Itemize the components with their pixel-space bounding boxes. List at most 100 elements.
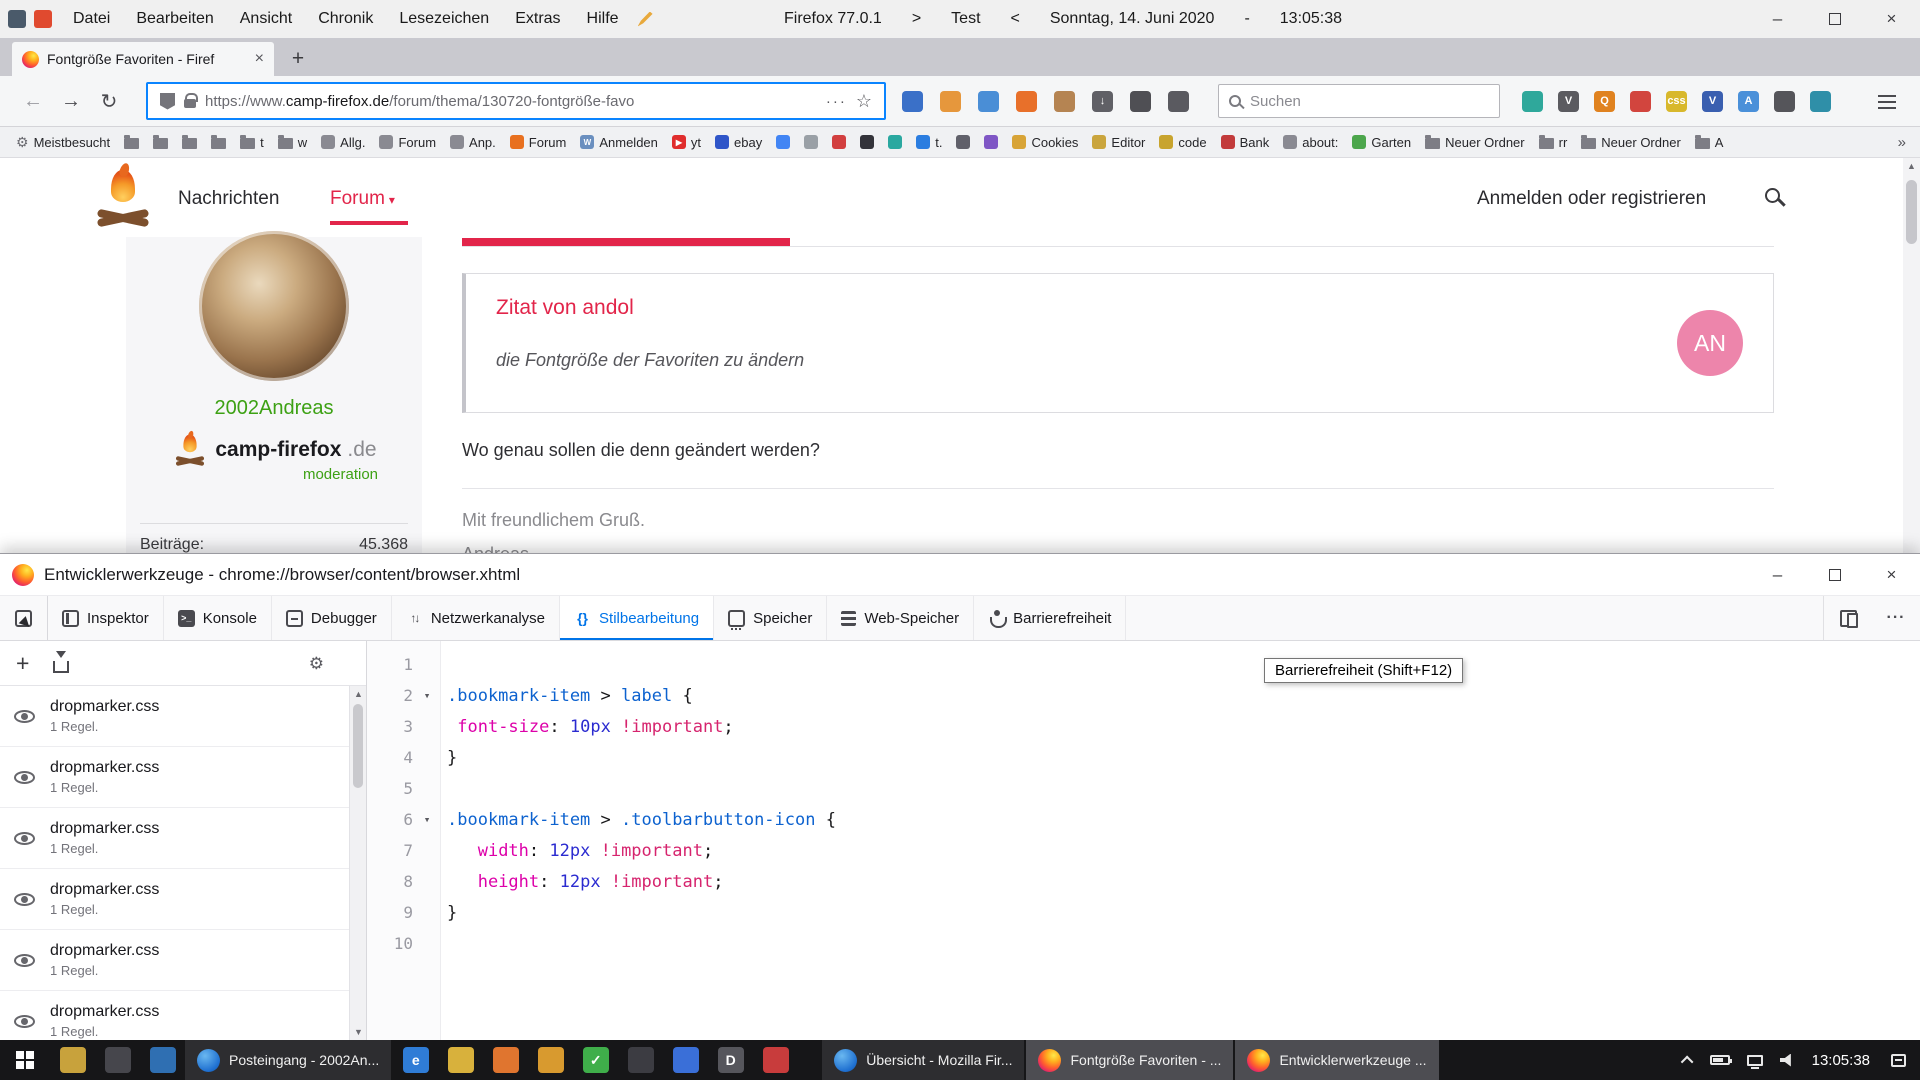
taskbar-window-button-mail[interactable]: Posteingang - 2002An... xyxy=(185,1040,391,1080)
menubar-calendar-icon[interactable] xyxy=(34,10,52,28)
nav-link-nachrichten[interactable]: Nachrichten xyxy=(178,158,279,240)
code-text[interactable]: } xyxy=(441,748,457,768)
devtools-tab-pick[interactable] xyxy=(0,596,48,640)
reload-button[interactable]: ↻ xyxy=(90,82,128,120)
bookmark-item[interactable]: Cookies xyxy=(1006,133,1084,152)
taskbar-d-icon[interactable]: D xyxy=(708,1040,753,1080)
ext-orange-icon[interactable]: Q xyxy=(1594,91,1615,112)
addon-circle-icon[interactable] xyxy=(1016,91,1037,112)
code-text[interactable]: width: 12px !important; xyxy=(441,841,713,861)
menu-item-datei[interactable]: Datei xyxy=(60,0,123,38)
bookmark-item[interactable] xyxy=(770,133,796,151)
bookmark-item[interactable] xyxy=(798,133,824,151)
stylesheet-item[interactable]: dropmarker.css1 Regel. xyxy=(0,869,349,930)
bookmark-item[interactable]: Anp. xyxy=(444,133,502,152)
action-center-icon[interactable] xyxy=(1891,1054,1906,1067)
visibility-eye-icon[interactable] xyxy=(14,832,35,845)
menu-item-chronik[interactable]: Chronik xyxy=(305,0,386,38)
visibility-eye-icon[interactable] xyxy=(14,893,35,906)
menu-item-hilfe[interactable]: Hilfe xyxy=(574,0,632,38)
url-bar[interactable]: https://www.camp-firefox.de/forum/thema/… xyxy=(146,82,886,120)
sidebars-icon[interactable] xyxy=(902,91,923,112)
login-register-link[interactable]: Anmelden oder registrieren xyxy=(1477,158,1706,240)
import-stylesheet-icon[interactable] xyxy=(53,661,69,673)
code-text[interactable]: font-size: 10px !important; xyxy=(441,717,734,737)
minimize-button[interactable]: – xyxy=(1749,0,1806,38)
bookmark-item[interactable]: Bank xyxy=(1215,133,1276,152)
devtools-tab-inspector[interactable]: Inspektor xyxy=(48,596,164,640)
search-bar[interactable] xyxy=(1218,84,1500,118)
stylesheet-item[interactable]: dropmarker.css1 Regel. xyxy=(0,930,349,991)
forward-button[interactable]: → xyxy=(52,82,90,120)
bookmark-item[interactable]: ▶yt xyxy=(666,133,707,152)
stylesheet-item[interactable]: dropmarker.css1 Regel. xyxy=(0,747,349,808)
url-text[interactable]: https://www.camp-firefox.de/forum/thema/… xyxy=(205,93,817,110)
bookmark-item[interactable]: Neuer Ordner xyxy=(1575,133,1686,152)
bookmark-item[interactable]: about: xyxy=(1277,133,1344,152)
pencil-icon[interactable] xyxy=(638,12,653,27)
tracking-shield-icon[interactable] xyxy=(160,93,175,110)
bookmark-item[interactable]: Forum xyxy=(373,133,442,152)
stylesheet-item[interactable]: dropmarker.css1 Regel. xyxy=(0,686,349,747)
bookmark-item[interactable] xyxy=(978,133,1004,151)
visibility-eye-icon[interactable] xyxy=(14,954,35,967)
search-input[interactable] xyxy=(1250,93,1489,110)
downloads-icon[interactable]: ↓ xyxy=(1092,91,1113,112)
sidebar-scrollbar[interactable]: ▲ ▼ xyxy=(349,686,366,1040)
bookmark-star-icon[interactable]: ☆ xyxy=(856,91,872,112)
network-icon[interactable] xyxy=(1747,1055,1763,1066)
devtools-tab-storage[interactable]: Web-Speicher xyxy=(827,596,974,640)
close-button[interactable]: × xyxy=(1863,0,1920,38)
bookmark-item[interactable]: w xyxy=(272,133,313,152)
bookmark-item[interactable] xyxy=(147,134,174,151)
taskbar-media-icon[interactable] xyxy=(483,1040,528,1080)
visibility-eye-icon[interactable] xyxy=(14,1015,35,1028)
ext-red-icon[interactable] xyxy=(1630,91,1651,112)
bookmark-item[interactable]: Allg. xyxy=(315,133,371,152)
taskbar-app3-icon[interactable] xyxy=(140,1040,185,1080)
devtools-close-button[interactable]: × xyxy=(1863,554,1920,596)
ext-v-blue-icon[interactable]: V xyxy=(1702,91,1723,112)
start-button[interactable] xyxy=(0,1040,50,1080)
sidebar-scroll-up-arrow[interactable]: ▲ xyxy=(350,686,367,702)
devtools-titlebar[interactable]: Entwicklerwerkzeuge - chrome://browser/c… xyxy=(0,554,1920,596)
restore-button[interactable] xyxy=(1806,0,1863,38)
username-link[interactable]: 2002Andreas xyxy=(126,397,422,420)
devtools-more-options-button[interactable]: ··· xyxy=(1872,596,1920,640)
fold-marker[interactable]: ▾ xyxy=(413,813,441,826)
css-code-editor[interactable]: 12▾.bookmark-item > label {3 font-size: … xyxy=(367,641,1920,1040)
responsive-design-button[interactable] xyxy=(1824,596,1872,640)
code-text[interactable]: height: 12px !important; xyxy=(441,872,723,892)
taskbar-app4-icon[interactable] xyxy=(618,1040,663,1080)
devtools-tab-style[interactable]: {}Stilbearbeitung xyxy=(560,596,714,640)
taskbar-app1-icon[interactable] xyxy=(50,1040,95,1080)
bookmark-item[interactable]: t xyxy=(234,133,270,152)
ext-v-gray-icon[interactable]: V xyxy=(1558,91,1579,112)
menubar-app-icon[interactable] xyxy=(8,10,26,28)
ext-translate-icon[interactable]: A xyxy=(1738,91,1759,112)
devtools-maximize-button[interactable] xyxy=(1806,554,1863,596)
taskbar-window-button-0[interactable]: Übersicht - Mozilla Fir... xyxy=(822,1040,1024,1080)
browser-tab-active[interactable]: Fontgröße Favoriten - Firef × xyxy=(12,42,274,76)
bookmark-item[interactable] xyxy=(854,133,880,151)
stylesheet-item[interactable]: dropmarker.css1 Regel. xyxy=(0,991,349,1040)
code-text[interactable]: } xyxy=(441,903,457,923)
ext-green-icon[interactable] xyxy=(1522,91,1543,112)
taskbar-store-icon[interactable] xyxy=(528,1040,573,1080)
bookmark-item[interactable]: code xyxy=(1153,133,1212,152)
taskbar-app2-icon[interactable] xyxy=(95,1040,140,1080)
bookmark-item[interactable]: Garten xyxy=(1346,133,1417,152)
tab-close-icon[interactable]: × xyxy=(255,50,264,68)
page-actions-icon[interactable]: ··· xyxy=(826,93,847,110)
campfire-logo[interactable] xyxy=(96,170,150,226)
tray-clock[interactable]: 13:05:38 xyxy=(1812,1052,1870,1069)
menu-item-ansicht[interactable]: Ansicht xyxy=(227,0,305,38)
page-scrollbar[interactable]: ▲ xyxy=(1903,158,1920,553)
menu-item-extras[interactable]: Extras xyxy=(502,0,573,38)
visibility-eye-icon[interactable] xyxy=(14,771,35,784)
bookmark-item[interactable] xyxy=(176,134,203,151)
bookmark-item[interactable]: Editor xyxy=(1086,133,1151,152)
mask-icon[interactable] xyxy=(1130,91,1151,112)
taskbar-explorer-icon[interactable] xyxy=(438,1040,483,1080)
profile-next-button[interactable]: > xyxy=(912,10,921,28)
